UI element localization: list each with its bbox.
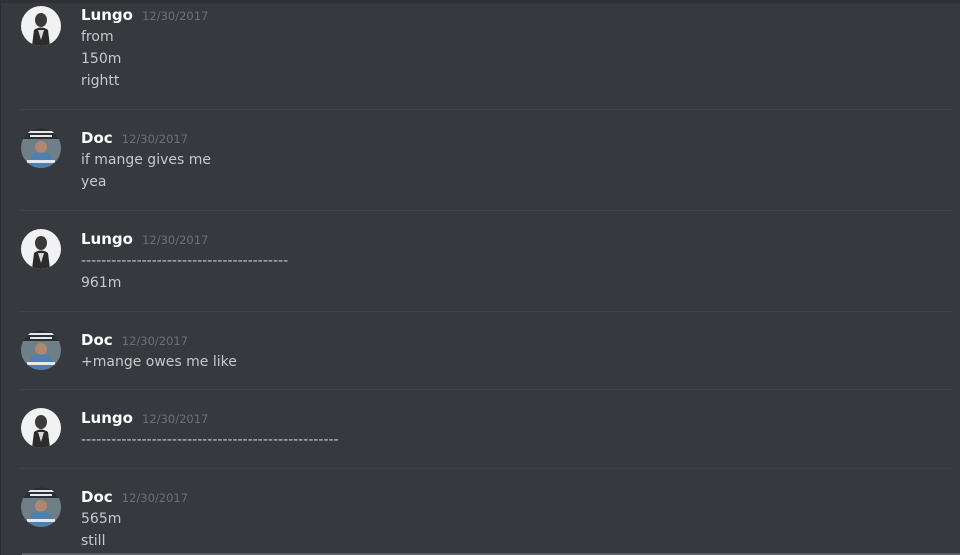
lungo-avatar-icon[interactable] (21, 408, 61, 448)
message-header: Doc 12/30/2017 (81, 487, 188, 506)
username[interactable]: Doc (81, 488, 113, 506)
lungo-avatar-icon[interactable] (21, 6, 61, 46)
message-line: ----------------------------------------… (81, 432, 339, 448)
username[interactable]: Doc (81, 129, 113, 147)
message-header: Lungo 12/30/2017 (81, 229, 208, 248)
doc-avatar-icon[interactable] (21, 128, 61, 168)
timestamp: 12/30/2017 (121, 132, 189, 146)
message-header: Lungo 12/30/2017 (81, 408, 208, 427)
timestamp: 12/30/2017 (142, 233, 209, 247)
username[interactable]: Lungo (81, 230, 133, 248)
message-line: still (81, 533, 106, 549)
message-line: from (81, 29, 114, 45)
timestamp: 12/30/2017 (121, 334, 189, 348)
message-group: Lungo 12/30/2017 -----------------------… (0, 211, 960, 312)
message-line: 565m (81, 511, 122, 527)
timestamp: 12/30/2017 (121, 491, 189, 505)
message-header: Lungo 12/30/2017 (81, 5, 208, 24)
username[interactable]: Doc (81, 331, 113, 349)
message-header: Doc 12/30/2017 (81, 128, 188, 147)
username[interactable]: Lungo (81, 6, 133, 24)
message-group: Doc 12/30/2017 565m still (0, 469, 960, 555)
message-header: Doc 12/30/2017 (81, 330, 188, 349)
message-group: Lungo 12/30/2017 from 150m rightt (0, 0, 960, 110)
chat-message-list: Lungo 12/30/2017 from 150m rightt Doc 12… (0, 0, 960, 555)
lungo-avatar-icon[interactable] (21, 229, 61, 269)
timestamp: 12/30/2017 (142, 412, 209, 426)
message-group: Doc 12/30/2017 +mange owes me like (0, 312, 960, 390)
message-line: 961m (81, 275, 122, 291)
timestamp: 12/30/2017 (142, 9, 209, 23)
message-line: rightt (81, 73, 120, 89)
message-line: +mange owes me like (81, 354, 237, 370)
message-group: Doc 12/30/2017 if mange gives me yea (0, 110, 960, 211)
message-group: Lungo 12/30/2017 -----------------------… (0, 390, 960, 469)
message-line: ----------------------------------------… (81, 253, 289, 269)
doc-avatar-icon[interactable] (21, 330, 61, 370)
message-line: if mange gives me (81, 152, 211, 168)
doc-avatar-icon[interactable] (21, 487, 61, 527)
message-line: 150m (81, 51, 122, 67)
message-line: yea (81, 174, 107, 190)
username[interactable]: Lungo (81, 409, 133, 427)
